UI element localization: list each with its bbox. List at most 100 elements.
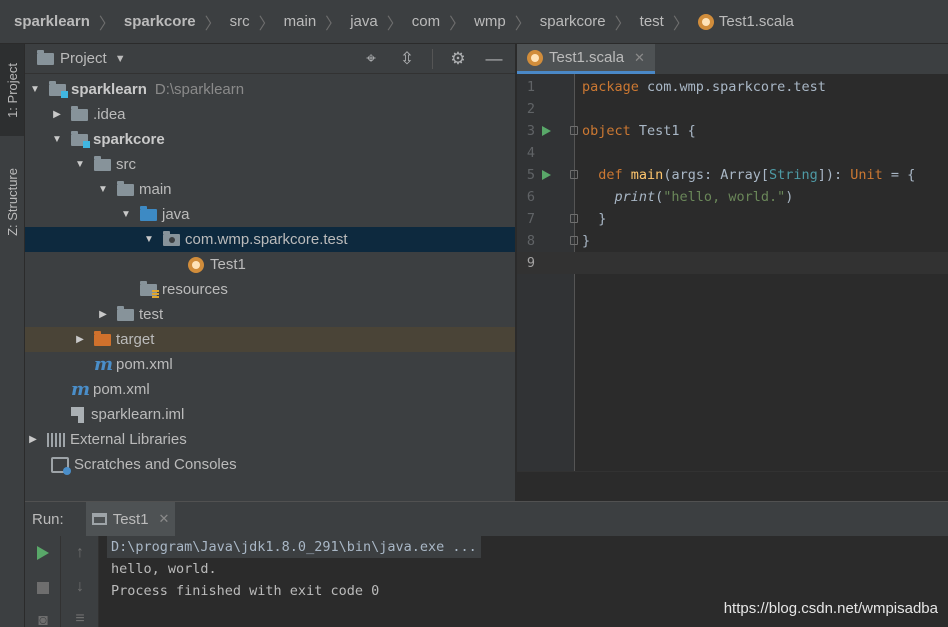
project-view-selector[interactable]: Project [60, 50, 107, 67]
collapsed-arrow-icon[interactable]: ▶ [51, 109, 63, 120]
tab-structure[interactable]: Z: Structure [0, 150, 24, 254]
expanded-arrow-icon[interactable]: ▼ [143, 234, 155, 245]
editor-footer [517, 471, 948, 501]
run-icon [37, 546, 49, 560]
line-number: 2 [526, 101, 535, 117]
line-number: 9 [526, 255, 535, 271]
expanded-arrow-icon[interactable]: ▼ [120, 209, 132, 220]
tree-item-test[interactable]: ▶ test [25, 302, 515, 327]
expanded-arrow-icon[interactable]: ▼ [29, 84, 41, 95]
watermark: https://blog.csdn.net/wmpisadba [723, 600, 938, 617]
tree-item-label: pom.xml [93, 381, 150, 398]
breadcrumb-file[interactable]: Test1.scala [719, 13, 794, 30]
source-folder-icon [140, 205, 157, 221]
run-icon[interactable] [542, 170, 551, 180]
line-number: 8 [526, 233, 535, 249]
breadcrumb-item[interactable]: main [284, 13, 317, 30]
breadcrumb-item[interactable]: sparkcore [540, 13, 606, 30]
run-panel-title: Run: [32, 510, 64, 528]
fold-icon[interactable] [570, 126, 578, 135]
editor-tab-test1[interactable]: Test1.scala ✕ [517, 44, 655, 74]
run-toolbar: ◙ [25, 536, 61, 627]
collapsed-arrow-icon[interactable]: ▶ [27, 434, 39, 445]
tree-item-idea[interactable]: ▶ .idea [25, 102, 515, 127]
navigation-breadcrumb: sparklearn 〉 sparkcore 〉 src 〉 main 〉 java 〉 … [0, 0, 948, 44]
collapsed-arrow-icon[interactable]: ▶ [74, 334, 86, 345]
tree-item-external-libraries[interactable]: ▶ External Libraries [25, 427, 515, 452]
expanded-arrow-icon[interactable]: ▼ [74, 159, 86, 170]
console-output[interactable]: D:\program\Java\jdk1.8.0_291\bin\java.ex… [107, 536, 481, 602]
tree-item-scratches[interactable]: Scratches and Consoles [25, 452, 515, 477]
tree-item-label: sparkcore [93, 131, 165, 148]
close-icon[interactable]: ✕ [634, 50, 645, 66]
tree-item-src[interactable]: ▼ src [25, 152, 515, 177]
tree-item-sparkcore[interactable]: ▼ sparkcore [25, 127, 515, 152]
tab-project[interactable]: 1: Project [0, 44, 24, 136]
tree-item-pom-sparkcore[interactable]: m pom.xml [25, 352, 515, 377]
wrap-icon[interactable]: ≡ [61, 610, 99, 627]
code-line-current: 9 [517, 252, 948, 274]
breadcrumb-separator: 〉 [204, 15, 221, 33]
tab-project-label: 1: Project [4, 62, 20, 118]
breadcrumb-item[interactable]: com [412, 13, 440, 30]
collapsed-arrow-icon[interactable]: ▶ [97, 309, 109, 320]
tree-item-package[interactable]: ▼ com.wmp.sparkcore.test [25, 227, 515, 252]
console-line-command[interactable]: D:\program\Java\jdk1.8.0_291\bin\java.ex… [107, 536, 481, 558]
tree-item-sparklearn[interactable]: ▼ sparklearn D:\sparklearn [25, 77, 515, 102]
code-line: 1 package com.wmp.sparkcore.test [517, 76, 948, 98]
tree-item-pom-root[interactable]: m pom.xml [25, 377, 515, 402]
code-line: 3 object Test1 { [517, 120, 948, 142]
tree-item-label: java [162, 206, 190, 223]
run-tab-test1[interactable]: Test1 ✕ [85, 502, 176, 536]
breadcrumb-item[interactable]: java [350, 13, 378, 30]
tree-item-label: target [116, 331, 155, 348]
gear-icon[interactable]: ⚙ [447, 48, 469, 70]
project-panel-header: Project ▼ ⌖ ⇳ ⚙ — [25, 44, 515, 74]
fold-icon[interactable] [570, 170, 578, 179]
breadcrumb-item[interactable]: test [640, 13, 664, 30]
fold-icon[interactable] [570, 214, 578, 223]
close-icon[interactable]: ✕ [159, 511, 170, 527]
tree-item-label: resources [162, 281, 228, 298]
package-icon [163, 230, 180, 246]
breadcrumb-separator: 〉 [386, 15, 403, 33]
tree-item-main[interactable]: ▼ main [25, 177, 515, 202]
library-icon [47, 432, 65, 447]
breadcrumb-item[interactable]: sparklearn [14, 13, 90, 30]
resources-folder-icon [140, 280, 159, 298]
function-call: print [614, 189, 656, 205]
fold-icon[interactable] [570, 236, 578, 245]
breadcrumb-separator: 〉 [514, 15, 531, 33]
tree-item-resources[interactable]: resources [25, 277, 515, 302]
tree-item-test1[interactable]: Test1 [25, 252, 515, 277]
run-icon[interactable] [542, 126, 551, 136]
rerun-button[interactable] [25, 546, 61, 565]
camera-icon[interactable]: ◙ [25, 612, 61, 627]
code-line: 5 def main(args: Array[String]): Unit = … [517, 164, 948, 186]
target-icon[interactable]: ⌖ [360, 48, 382, 70]
code-area[interactable]: 1 package com.wmp.sparkcore.test 2 3 obj… [517, 74, 948, 471]
console-line: hello, world. [111, 561, 217, 577]
keyword: def [598, 167, 623, 183]
breadcrumb-separator: 〉 [325, 15, 342, 33]
arrow-down-icon[interactable]: ↓ [61, 578, 99, 596]
tree-item-label: src [116, 156, 136, 173]
collapse-icon[interactable]: ⇳ [396, 48, 418, 70]
caret-down-icon[interactable]: ▼ [115, 53, 126, 65]
scala-object-icon [188, 256, 204, 273]
tree-item-target[interactable]: ▶ target [25, 327, 515, 352]
code-text: (args: Array[ [663, 167, 769, 183]
run-panel-header: Run: Test1 ✕ [25, 502, 948, 536]
breadcrumb-item[interactable]: wmp [474, 13, 506, 30]
keyword: Unit [850, 167, 883, 183]
breadcrumb-item[interactable]: src [230, 13, 250, 30]
expanded-arrow-icon[interactable]: ▼ [51, 134, 63, 145]
stop-button[interactable] [25, 581, 61, 599]
breadcrumb-item[interactable]: sparkcore [124, 13, 196, 30]
tree-item-iml[interactable]: sparklearn.iml [25, 402, 515, 427]
tree-item-java[interactable]: ▼ java [25, 202, 515, 227]
arrow-up-icon[interactable]: ↑ [61, 544, 99, 562]
string-literal: "hello, world." [663, 189, 786, 205]
minimize-icon[interactable]: — [483, 48, 505, 70]
expanded-arrow-icon[interactable]: ▼ [97, 184, 109, 195]
